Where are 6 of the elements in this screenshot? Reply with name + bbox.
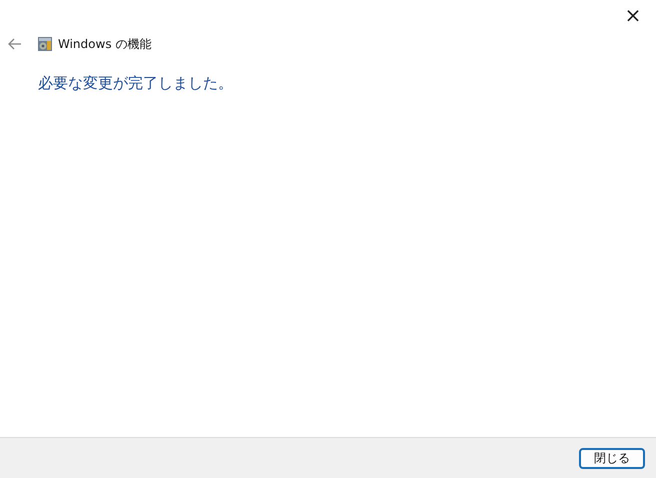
close-button[interactable]: × bbox=[610, 0, 656, 30]
status-message: 必要な変更が完了しました。 bbox=[38, 74, 233, 92]
close-dialog-button[interactable]: 閉じる bbox=[579, 448, 645, 468]
window-app-icon bbox=[37, 36, 53, 52]
back-arrow-icon[interactable] bbox=[8, 38, 22, 50]
window-title: Windows の機能 bbox=[58, 36, 152, 52]
